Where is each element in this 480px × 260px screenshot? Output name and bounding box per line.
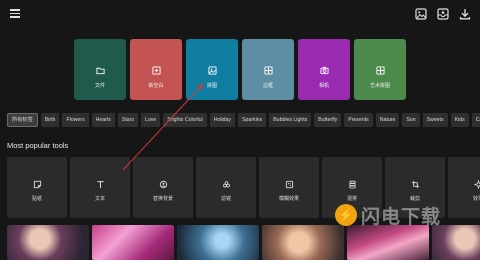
tool-label: 贴纸 <box>31 195 42 202</box>
photo-thumbnail[interactable] <box>177 225 259 260</box>
tool-label: 效果 <box>472 195 480 202</box>
text-icon <box>96 180 104 188</box>
chip-sun[interactable]: Sun <box>402 113 420 127</box>
feature-new-blank[interactable]: 新空白 <box>130 39 182 100</box>
tool-crop[interactable]: 裁剪 <box>385 157 445 218</box>
feature-tiles: 文件 新空白 拼图 边框 相机 艺术拼图 <box>74 39 406 100</box>
download-icon[interactable] <box>458 7 472 21</box>
collage-icon <box>207 66 217 75</box>
tool-replace-background[interactable]: 替换背景 <box>133 157 193 218</box>
feature-label: 艺术拼图 <box>369 83 390 89</box>
tool-label: 裁剪 <box>409 195 420 202</box>
camera-icon <box>319 66 329 75</box>
tool-label: 混排 <box>346 195 357 202</box>
chip-birth[interactable]: Birth <box>40 113 60 127</box>
chip-bubbles-lights[interactable]: Bubbles Lights <box>269 113 312 127</box>
chip-cal[interactable]: Cal <box>471 113 480 127</box>
top-bar <box>0 0 480 28</box>
chip-srights-colorful[interactable]: Srights Colorful <box>163 113 207 127</box>
photo-thumbnail[interactable] <box>347 225 429 260</box>
tools-row: 贴纸 文本 替换背景 滤镜 模糊效果 混排 裁剪 效果 <box>7 157 480 219</box>
chip-stars[interactable]: Stars <box>117 113 138 127</box>
crop-icon <box>411 180 419 188</box>
chip-sweets[interactable]: Sweets <box>422 113 448 127</box>
chip-hearts[interactable]: Hearts <box>91 113 115 127</box>
photo-thumbnail[interactable] <box>262 225 344 260</box>
frame-icon <box>263 66 273 75</box>
chip-butterfly[interactable]: Butterfly <box>314 113 342 127</box>
tool-label: 模糊效果 <box>278 195 299 202</box>
feature-label: 新空白 <box>148 83 164 89</box>
tool-blur[interactable]: 模糊效果 <box>259 157 319 218</box>
menu-icon[interactable] <box>10 9 20 18</box>
chip-holiday[interactable]: Holiday <box>209 113 236 127</box>
art-collage-icon <box>375 66 385 75</box>
folder-icon <box>95 67 105 75</box>
top-actions <box>414 7 472 21</box>
tool-label: 滤镜 <box>220 195 231 202</box>
photo-thumbnail[interactable] <box>432 225 480 260</box>
feature-collage[interactable]: 拼图 <box>186 39 238 100</box>
tool-sticker[interactable]: 贴纸 <box>7 157 67 218</box>
chip-所有标签[interactable]: 所有标签 <box>7 113 38 127</box>
tool-label: 文本 <box>94 195 105 202</box>
chip-love[interactable]: Love <box>141 113 161 127</box>
tool-layers[interactable]: 混排 <box>322 157 382 218</box>
blur-icon <box>285 180 293 188</box>
tool-effects[interactable]: 效果 <box>448 157 480 218</box>
tool-text[interactable]: 文本 <box>70 157 130 218</box>
chip-flowers[interactable]: Flowers <box>62 113 89 127</box>
feature-files[interactable]: 文件 <box>74 39 126 100</box>
feature-art-collage[interactable]: 艺术拼图 <box>354 39 406 100</box>
replace-bg-icon <box>159 180 167 188</box>
chip-presents[interactable]: Presents <box>344 113 373 127</box>
feature-label: 文件 <box>94 83 105 89</box>
feature-label: 相机 <box>318 83 329 89</box>
sticker-icon <box>33 180 41 188</box>
feature-label: 拼图 <box>206 83 217 89</box>
chip-kids[interactable]: Kids <box>450 113 469 127</box>
feature-camera[interactable]: 相机 <box>298 39 350 100</box>
feature-label: 边框 <box>262 83 273 89</box>
tool-filter[interactable]: 滤镜 <box>196 157 256 218</box>
chip-nature[interactable]: Nature <box>375 113 400 127</box>
gallery-icon[interactable] <box>414 7 428 21</box>
filter-icon <box>222 180 230 187</box>
photo-thumbnail[interactable] <box>92 225 174 260</box>
add-box-icon <box>151 66 161 75</box>
category-chips: 所有标签 Birth Flowers Hearts Stars Love Srights C… <box>7 113 480 127</box>
inbox-icon[interactable] <box>436 7 450 21</box>
effects-icon <box>473 179 480 189</box>
layers-icon <box>348 180 356 188</box>
tool-label: 替换背景 <box>152 195 173 202</box>
photo-thumbnails <box>7 225 480 260</box>
feature-frame[interactable]: 边框 <box>242 39 294 100</box>
chip-sparkles[interactable]: Sparkles <box>238 113 267 127</box>
photo-thumbnail[interactable] <box>7 225 89 260</box>
section-title: Most popular tools <box>7 141 69 150</box>
